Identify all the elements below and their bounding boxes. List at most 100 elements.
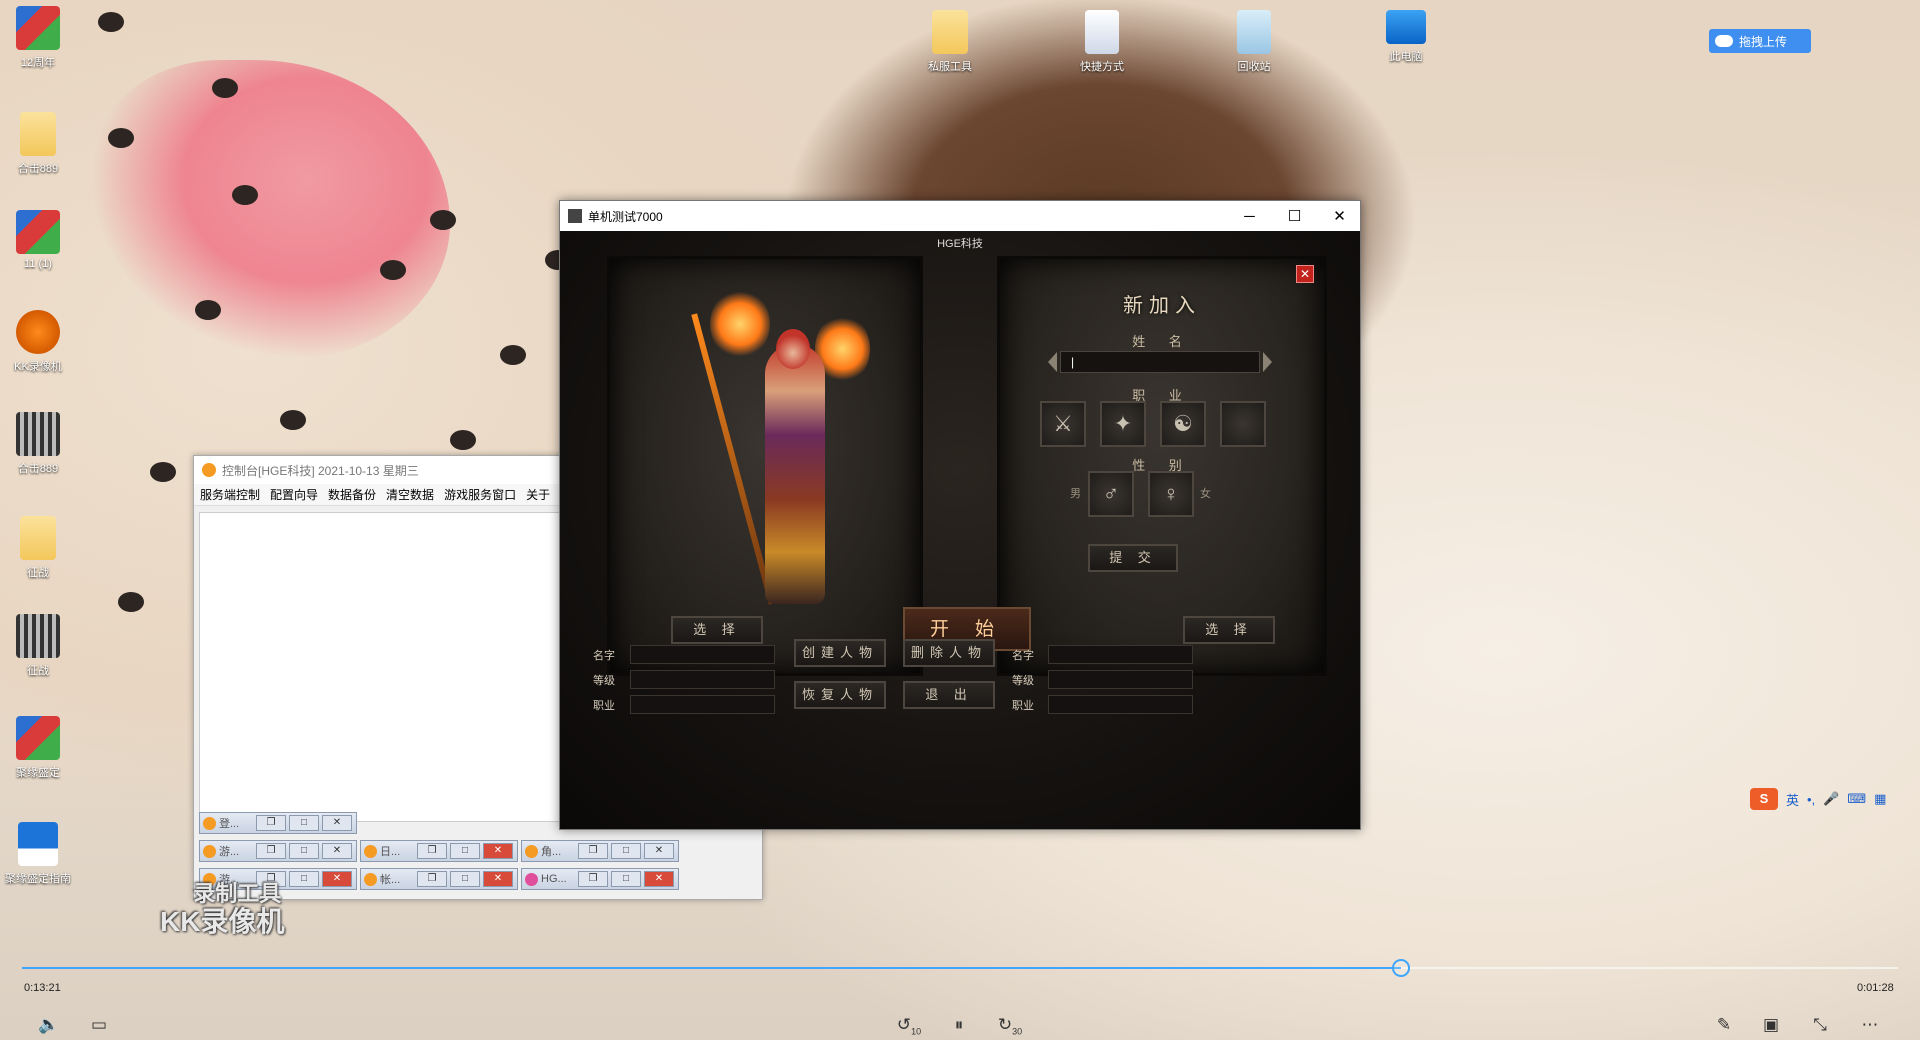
wallpaper-dot <box>150 462 176 482</box>
desktop-icon-guide[interactable]: 聚缘盛定指南 <box>0 822 78 886</box>
maximize-icon[interactable]: □ <box>289 843 319 859</box>
left-level-field <box>630 670 775 689</box>
forward-30-button[interactable]: ↻30 <box>996 1015 1024 1036</box>
restore-icon[interactable]: ❐ <box>256 815 286 831</box>
desktop-icon-folder[interactable]: 征战 <box>0 516 78 580</box>
select-left-button[interactable]: 选 择 <box>671 616 763 644</box>
desktop-icon-archive[interactable]: 聚缘盛定 <box>0 716 78 780</box>
mdi-minimized-window[interactable]: 日... ❐ □ ✕ <box>360 840 518 862</box>
close-icon[interactable]: ✕ <box>644 871 674 887</box>
seek-bar[interactable] <box>22 959 1898 977</box>
winrar-icon <box>16 210 60 254</box>
close-icon[interactable]: ✕ <box>644 843 674 859</box>
mdi-minimized-window[interactable]: HG... ❐ □ ✕ <box>521 868 679 890</box>
more-options-icon[interactable]: ⋯ <box>1856 1015 1884 1035</box>
close-icon[interactable]: ✕ <box>322 843 352 859</box>
mdi-minimized-window[interactable]: 登... ❐ □ ✕ <box>199 812 357 834</box>
grid-menu-icon[interactable]: ▦ <box>1874 791 1886 807</box>
rewind-10-button[interactable]: ↺10 <box>895 1015 923 1036</box>
close-icon[interactable]: ✕ <box>322 815 352 831</box>
restore-icon[interactable]: ❐ <box>417 871 447 887</box>
gender-female-button[interactable]: ♀ <box>1148 471 1194 517</box>
desktop-icon-kk-recorder[interactable]: KK录像机 <box>0 310 78 374</box>
desktop-icon-folder[interactable]: 合击889 <box>0 112 78 176</box>
desktop-icon-game[interactable]: 征战 <box>0 614 78 678</box>
menu-config-wizard[interactable]: 配置向导 <box>270 486 318 503</box>
game-titlebar[interactable]: 单机测试7000 ─ ☐ ✕ <box>560 201 1360 231</box>
mdi-window-label: HG... <box>541 873 567 885</box>
menu-data-backup[interactable]: 数据备份 <box>328 486 376 503</box>
arrow-right-icon[interactable] <box>1263 352 1272 372</box>
job-empty-slot[interactable] <box>1220 401 1266 447</box>
restore-character-button[interactable]: 恢复人物 <box>794 681 886 709</box>
mdi-minimized-window[interactable]: 角... ❐ □ ✕ <box>521 840 679 862</box>
maximize-icon[interactable]: □ <box>611 843 641 859</box>
desktop-icon-shortcut[interactable]: 快捷方式 <box>1062 10 1142 74</box>
restore-icon[interactable]: ❐ <box>578 871 608 887</box>
desktop-icon-archive[interactable]: 11 (1) <box>0 210 78 270</box>
mdi-window-label: 帐... <box>380 874 401 886</box>
menu-server-control[interactable]: 服务端控制 <box>200 486 260 503</box>
restore-icon[interactable]: ❐ <box>417 843 447 859</box>
close-icon[interactable]: ✕ <box>483 843 513 859</box>
character-name-input[interactable] <box>1060 351 1260 373</box>
maximize-icon[interactable]: □ <box>289 815 319 831</box>
desktop-icon-recycle-bin[interactable]: 回收站 <box>1214 10 1294 74</box>
mdi-minimized-window[interactable]: 游... ❐ □ ✕ <box>199 840 357 862</box>
right-level-label: 等级 <box>1012 675 1034 687</box>
keyboard-icon[interactable]: ⌨ <box>1847 791 1866 807</box>
job-taoist-button[interactable]: ☯ <box>1160 401 1206 447</box>
left-name-field <box>630 645 775 664</box>
menu-clear-data[interactable]: 清空数据 <box>386 486 434 503</box>
desktop-icon-game[interactable]: 合击889 <box>0 412 78 476</box>
sogou-logo-icon[interactable]: S <box>1750 788 1778 810</box>
arrow-left-icon[interactable] <box>1048 352 1057 372</box>
menu-game-service-window[interactable]: 游戏服务窗口 <box>444 486 516 503</box>
ime-language-toggle[interactable]: 英 <box>1786 790 1799 809</box>
close-icon[interactable]: ✕ <box>483 871 513 887</box>
maximize-icon[interactable]: □ <box>611 871 641 887</box>
console-client-area <box>199 512 561 822</box>
gender-male-button[interactable]: ♂ <box>1088 471 1134 517</box>
job-warrior-button[interactable]: ⚔ <box>1040 401 1086 447</box>
close-icon[interactable]: ✕ <box>1296 265 1314 283</box>
volume-icon[interactable]: 🔈 <box>35 1015 63 1035</box>
pause-icon[interactable]: ⏸ <box>945 1015 973 1035</box>
desktop-icon-label: 此电脑 <box>1389 51 1423 63</box>
select-right-button[interactable]: 选 择 <box>1183 616 1275 644</box>
exit-button[interactable]: 退 出 <box>903 681 995 709</box>
submit-button[interactable]: 提 交 <box>1088 544 1178 572</box>
job-mage-button[interactable]: ✦ <box>1100 401 1146 447</box>
ime-punctuation-toggle[interactable]: •, <box>1807 792 1815 807</box>
folder-icon <box>932 10 968 54</box>
staff-icon: ✦ <box>1113 411 1133 436</box>
wallpaper-dot <box>430 210 456 230</box>
maximize-icon[interactable]: □ <box>289 871 319 887</box>
mdi-window-label: 登... <box>219 818 240 830</box>
close-icon[interactable]: ✕ <box>322 871 352 887</box>
pen-icon[interactable]: ✎ <box>1710 1015 1738 1035</box>
subtitle-icon[interactable]: ▭ <box>85 1015 113 1035</box>
seek-thumb[interactable] <box>1391 959 1410 977</box>
desktop-icon-tools[interactable]: 私服工具 <box>910 10 990 74</box>
drag-upload-button[interactable]: 拖拽上传 <box>1709 29 1811 53</box>
mdi-minimized-window[interactable]: 帐... ❐ □ ✕ <box>360 868 518 890</box>
game-window: 单机测试7000 ─ ☐ ✕ HGE科技 ✕ 新加入 姓 名 职 业 ⚔ ✦ <box>559 200 1361 830</box>
maximize-icon[interactable]: □ <box>450 843 480 859</box>
delete-character-button[interactable]: 删除人物 <box>903 639 995 667</box>
restore-icon[interactable]: ❐ <box>578 843 608 859</box>
maximize-icon[interactable]: □ <box>450 871 480 887</box>
mini-view-icon[interactable]: ▣ <box>1757 1015 1785 1035</box>
desktop-icon-12th[interactable]: 12周年 <box>0 6 78 70</box>
microphone-icon[interactable]: 🎤 <box>1823 791 1839 807</box>
close-button[interactable]: ✕ <box>1317 201 1362 231</box>
folder-icon <box>20 112 56 156</box>
maximize-button[interactable]: ☐ <box>1272 201 1317 231</box>
folder-icon <box>20 516 56 560</box>
create-character-button[interactable]: 创建人物 <box>794 639 886 667</box>
desktop-icon-this-pc[interactable]: 此电脑 <box>1366 10 1446 64</box>
menu-about[interactable]: 关于 <box>526 486 550 503</box>
minimize-button[interactable]: ─ <box>1227 201 1272 231</box>
exit-fullscreen-icon[interactable]: ⤡ <box>1806 1015 1834 1035</box>
restore-icon[interactable]: ❐ <box>256 843 286 859</box>
